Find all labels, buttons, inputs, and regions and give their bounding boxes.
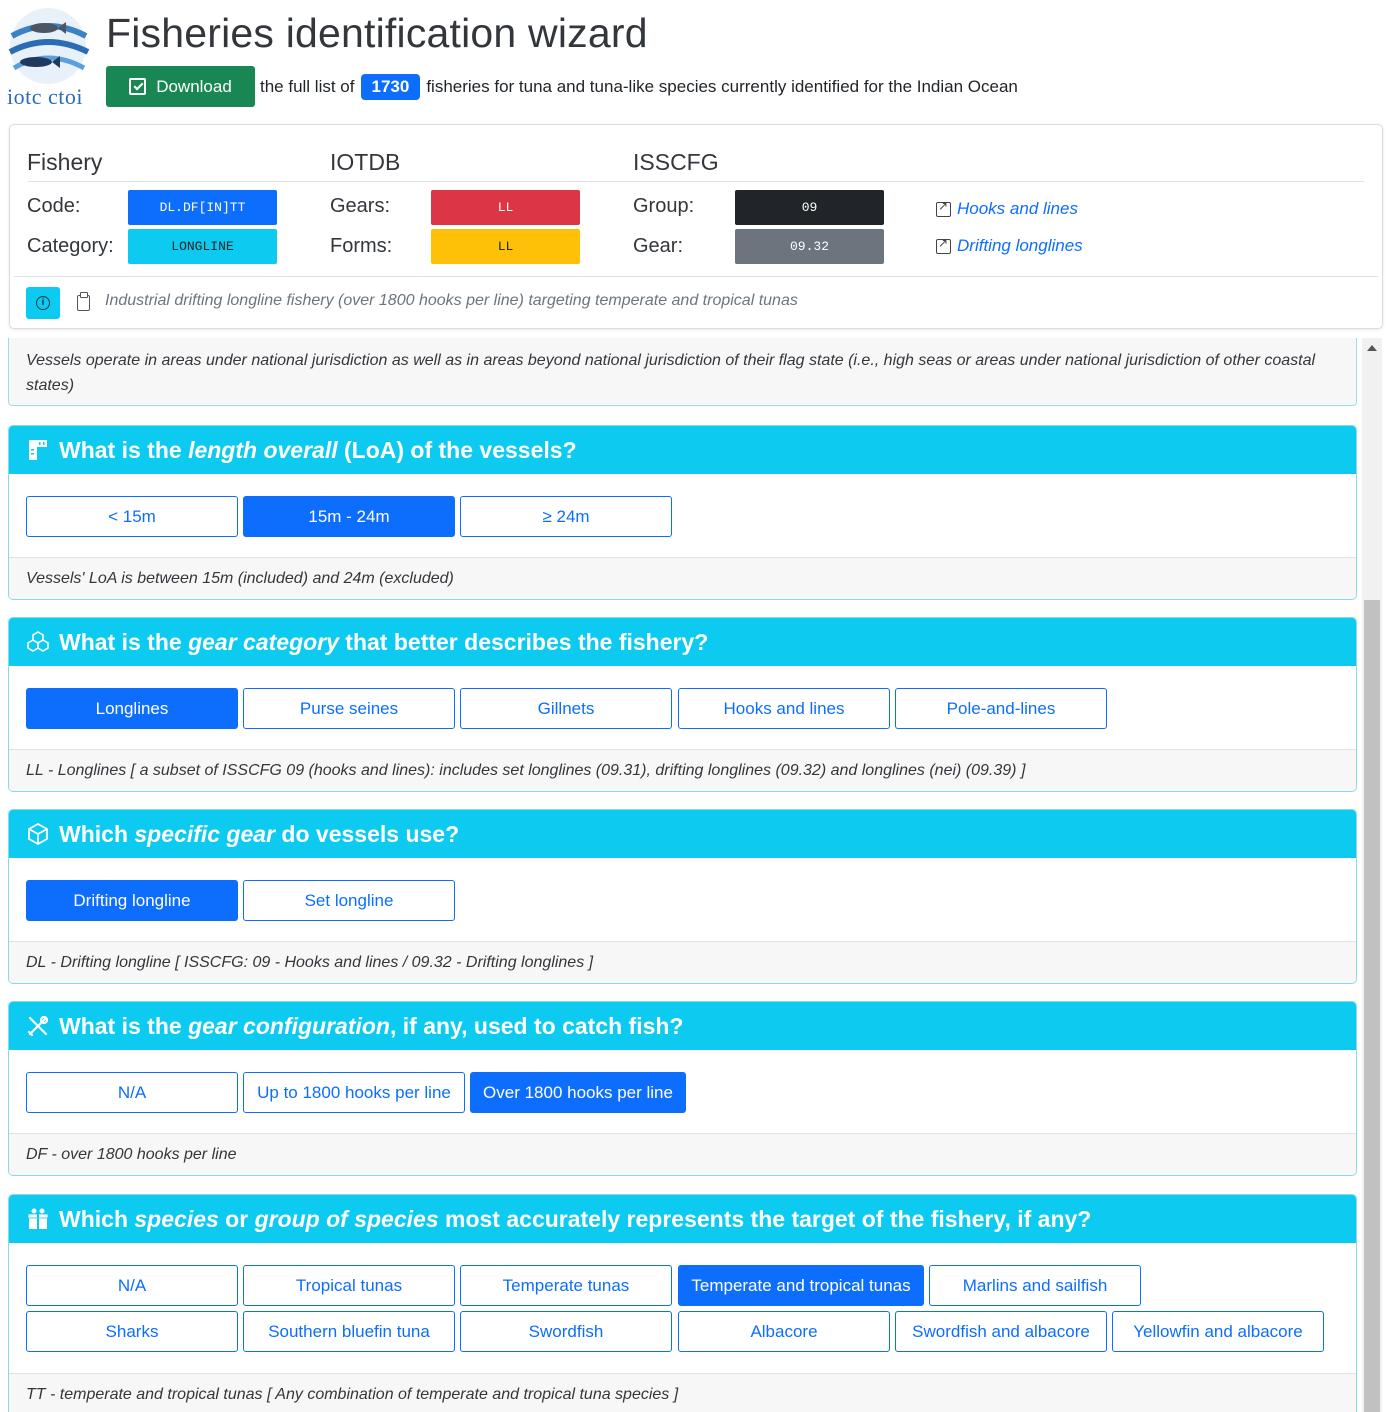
group-label: Group: [633, 195, 695, 217]
question-specific-gear-footer: DL - Drifting longline [ ISSCFG: 09 - Ho… [9, 941, 1356, 983]
option-purse-seines[interactable]: Purse seines [243, 688, 455, 729]
code-label: Code: [27, 195, 81, 217]
wizard-scroll-area[interactable]: Vessels operate in areas under national … [0, 338, 1389, 1412]
question-specific-gear-title: Which specific gear do vessels use? [59, 820, 460, 847]
tools-icon [25, 1013, 51, 1039]
info-icon: i [36, 296, 50, 310]
question-target-species-footer: TT - temperate and tropical tunas [ Any … [9, 1373, 1356, 1412]
scroll-up-arrow-icon[interactable] [1367, 345, 1377, 351]
external-link-icon [936, 236, 951, 254]
option-longlines[interactable]: Longlines [26, 688, 238, 729]
option-temperate-and-tropical-tunas[interactable]: Temperate and tropical tunas [678, 1265, 924, 1306]
question-specific-gear-options: Drifting longline Set longline [9, 858, 1356, 941]
option-temperate-tunas[interactable]: Temperate tunas [460, 1265, 672, 1306]
boxes-icon [25, 629, 51, 655]
forms-label: Forms: [330, 235, 393, 257]
question-target-species: Which species or group of species most a… [8, 1194, 1357, 1412]
option-up-to-1800-hooks[interactable]: Up to 1800 hooks per line [243, 1072, 465, 1113]
question-gear-configuration-header: What is the gear configuration, if any, … [9, 1002, 1356, 1050]
question-gear-category-options: Longlines Purse seines Gillnets Hooks an… [9, 666, 1356, 749]
question-loa-options: < 15m 15m - 24m ≥ 24m [9, 474, 1356, 557]
option-species-na[interactable]: N/A [26, 1265, 238, 1306]
question-gear-configuration-title: What is the gear configuration, if any, … [59, 1012, 684, 1039]
category-badge: LONGLINE [128, 229, 277, 264]
question-loa: What is the length overall (LoA) of the … [8, 425, 1357, 600]
jurisdiction-note: Vessels operate in areas under national … [26, 352, 1316, 394]
question-target-species-title: Which species or group of species most a… [59, 1205, 1092, 1232]
drifting-longlines-link[interactable]: Drifting longlines [936, 236, 1083, 256]
option-yellowfin-and-albacore[interactable]: Yellowfin and albacore [1112, 1311, 1324, 1352]
option-marlins-and-sailfish[interactable]: Marlins and sailfish [929, 1265, 1141, 1306]
code-badge: DL.DF[IN]TT [128, 190, 277, 225]
category-label: Category: [27, 235, 114, 257]
question-target-species-header: Which species or group of species most a… [9, 1195, 1356, 1243]
hooks-and-lines-link[interactable]: Hooks and lines [936, 199, 1078, 219]
group-badge: 09 [735, 190, 884, 225]
option-loa-15-24m[interactable]: 15m - 24m [243, 496, 455, 537]
option-southern-bluefin-tuna[interactable]: Southern bluefin tuna [243, 1311, 455, 1352]
download-icon [129, 78, 147, 95]
group-link-text: Hooks and lines [957, 199, 1078, 218]
option-loa-over-24m[interactable]: ≥ 24m [460, 496, 672, 537]
iotdb-heading: IOTDB [330, 149, 401, 175]
question-loa-footer: Vessels' LoA is between 15m (included) a… [9, 557, 1356, 599]
gear-link-text: Drifting longlines [957, 236, 1083, 255]
external-link-icon [936, 199, 951, 217]
download-label: Download [156, 76, 232, 96]
logo-text: iotc ctoi [7, 84, 83, 109]
info-button[interactable]: i [26, 287, 60, 319]
gears-label: Gears: [330, 195, 391, 217]
question-specific-gear-header: Which specific gear do vessels use? [9, 810, 1356, 858]
option-loa-under-15m[interactable]: < 15m [26, 496, 238, 537]
question-gear-category-header: What is the gear category that better de… [9, 618, 1356, 666]
option-hooks-and-lines[interactable]: Hooks and lines [678, 688, 890, 729]
option-set-longline[interactable]: Set longline [243, 880, 455, 921]
box-icon [25, 821, 51, 847]
question-specific-gear: Which specific gear do vessels use? Drif… [8, 809, 1357, 984]
question-gear-category-title: What is the gear category that better de… [59, 628, 709, 655]
question-loa-header: What is the length overall (LoA) of the … [9, 426, 1356, 474]
question-gear-configuration: What is the gear configuration, if any, … [8, 1001, 1357, 1176]
option-tropical-tunas[interactable]: Tropical tunas [243, 1265, 455, 1306]
option-pole-and-lines[interactable]: Pole-and-lines [895, 688, 1107, 729]
question-target-species-options: N/A Tropical tunas Temperate tunas Tempe… [9, 1243, 1356, 1373]
question-gear-configuration-options: N/A Up to 1800 hooks per line Over 1800 … [9, 1050, 1356, 1133]
clipboard-icon[interactable] [77, 292, 90, 311]
summary-divider-bottom [14, 276, 1378, 277]
fishery-summary-card: Fishery IOTDB ISSCFG Code: DL.DF[IN]TT C… [9, 124, 1383, 329]
fishery-description: Industrial drifting longline fishery (ov… [105, 292, 798, 309]
question-gear-category: What is the gear category that better de… [8, 617, 1357, 792]
forms-badge: LL [431, 229, 580, 264]
download-text-before: the full list of [260, 77, 355, 96]
vertical-scrollbar[interactable] [1362, 338, 1382, 1412]
option-albacore[interactable]: Albacore [678, 1311, 890, 1352]
summary-divider [28, 181, 1364, 182]
gears-badge: LL [431, 190, 580, 225]
fishery-heading: Fishery [27, 149, 103, 175]
download-button[interactable]: Download [106, 66, 255, 107]
page-title: Fisheries identification wizard [106, 10, 648, 56]
option-config-na[interactable]: N/A [26, 1072, 238, 1113]
isscfg-heading: ISSCFG [633, 149, 719, 175]
jurisdiction-note-card: Vessels operate in areas under national … [8, 338, 1357, 406]
option-gillnets[interactable]: Gillnets [460, 688, 672, 729]
question-gear-configuration-footer: DF - over 1800 hooks per line [9, 1133, 1356, 1175]
download-description: the full list of 1730 fisheries for tuna… [260, 74, 1018, 100]
option-swordfish-and-albacore[interactable]: Swordfish and albacore [895, 1311, 1107, 1352]
question-gear-category-footer: LL - Longlines [ a subset of ISSCFG 09 (… [9, 749, 1356, 791]
gift-icon [25, 1206, 51, 1232]
download-text-after: fisheries for tuna and tuna-like species… [426, 77, 1018, 96]
gear-label: Gear: [633, 235, 684, 257]
question-loa-title: What is the length overall (LoA) of the … [59, 436, 577, 463]
option-swordfish[interactable]: Swordfish [460, 1311, 672, 1352]
ruler-icon [25, 437, 51, 463]
scrollbar-thumb[interactable] [1364, 600, 1380, 1412]
option-over-1800-hooks[interactable]: Over 1800 hooks per line [470, 1072, 686, 1113]
gear-badge: 09.32 [735, 229, 884, 264]
fishery-count-badge: 1730 [360, 74, 421, 100]
option-sharks[interactable]: Sharks [26, 1311, 238, 1352]
option-drifting-longline[interactable]: Drifting longline [26, 880, 238, 921]
